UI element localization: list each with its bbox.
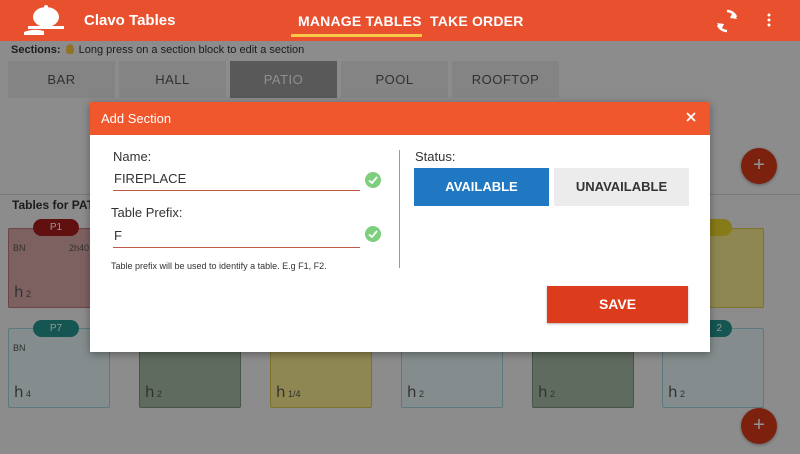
prefix-hint: Table prefix will be used to identify a … [111,261,327,271]
valid-check-icon [365,226,381,242]
dialog-header: Add Section [90,102,710,135]
add-section-dialog: Add Section Name: FIREPLACE Table Prefix… [90,102,710,352]
close-icon[interactable] [684,110,698,124]
name-field[interactable]: FIREPLACE [113,169,360,191]
active-tab-indicator [291,34,422,37]
prefix-label: Table Prefix: [111,205,183,220]
sync-icon[interactable] [714,8,740,34]
status-unavailable-button[interactable]: UNAVAILABLE [554,168,689,206]
app-title: Clavo Tables [84,12,176,29]
name-label: Name: [113,149,152,164]
status-available-button[interactable]: AVAILABLE [414,168,549,206]
valid-check-icon [365,172,381,188]
waiter-tray-icon [24,5,64,35]
overflow-menu-icon[interactable] [764,13,774,27]
tab-manage-tables[interactable]: MANAGE TABLES [298,13,422,29]
prefix-field[interactable]: F [113,226,360,248]
save-button[interactable]: SAVE [547,286,688,323]
vertical-divider [399,150,400,268]
status-label: Status: [415,149,456,164]
app-bar: Clavo Tables MANAGE TABLES TAKE ORDER [0,0,800,41]
tab-take-order[interactable]: TAKE ORDER [430,13,524,29]
dialog-title: Add Section [101,111,172,126]
